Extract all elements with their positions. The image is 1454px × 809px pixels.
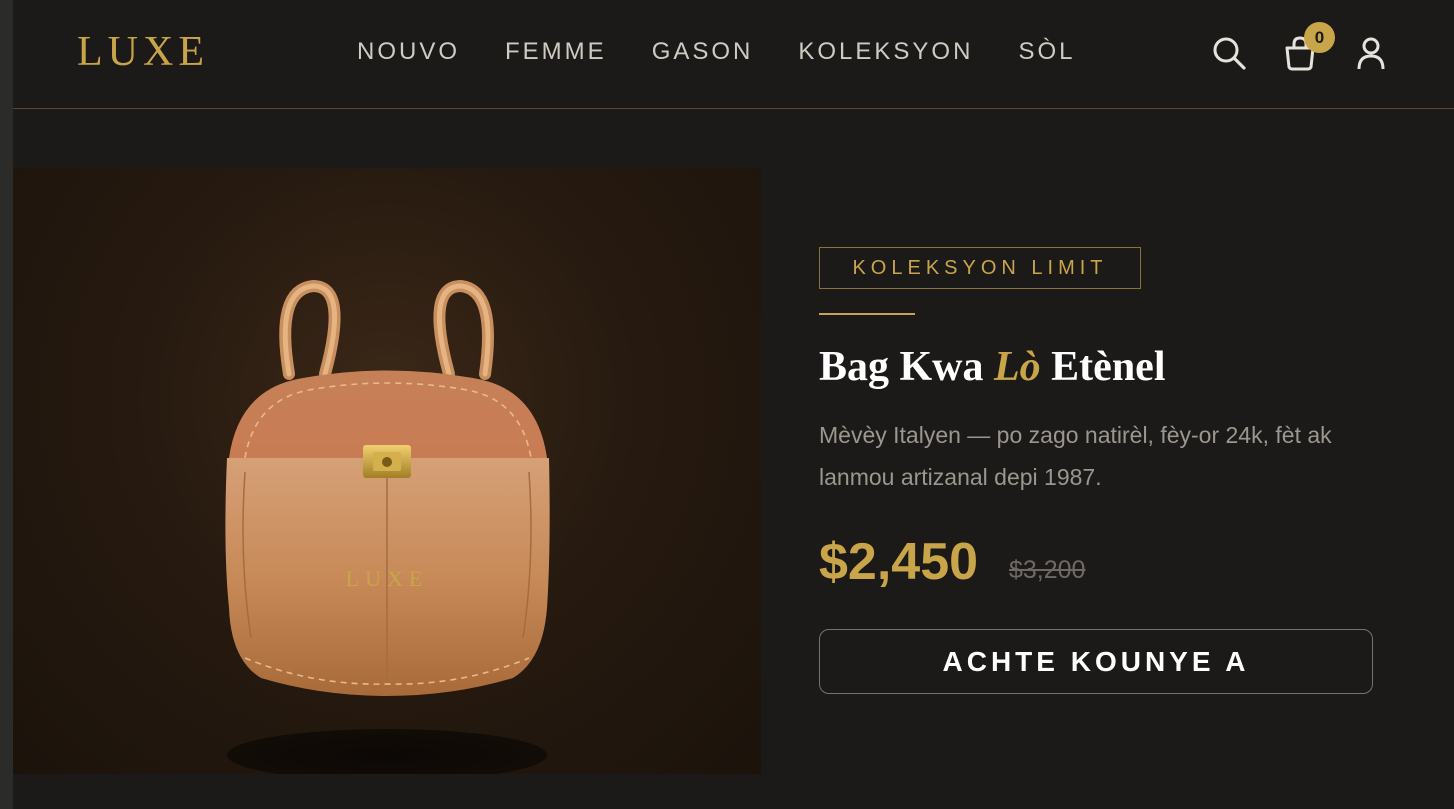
bag-brand-text: LUXE [346, 566, 429, 591]
original-price: $3,200 [1009, 556, 1086, 584]
search-icon [1213, 37, 1246, 70]
nav-item-femme[interactable]: FEMME [505, 38, 607, 66]
title-divider [819, 313, 915, 315]
bag-illustration: LUXE [225, 279, 550, 774]
search-button[interactable] [1209, 33, 1249, 73]
nav-item-gason[interactable]: GASON [652, 38, 754, 66]
product-title: Bag Kwa Lò Etènel [819, 343, 1165, 391]
site-header: LUXE NOUVO FEMME GASON KOLEKSYON SÒL 0 [13, 0, 1454, 109]
title-part-1: Bag Kwa [819, 344, 995, 390]
cart-count-badge: 0 [1304, 22, 1335, 53]
main-nav: NOUVO FEMME GASON KOLEKSYON SÒL [357, 38, 1075, 66]
buy-now-button[interactable]: ACHTE KOUNYE A [819, 629, 1373, 694]
nav-item-koleksyon[interactable]: KOLEKSYON [798, 38, 973, 66]
title-accent: Lò [994, 344, 1041, 390]
product-description: Mèvèy Italyen — po zago natirèl, fèy-or … [819, 422, 1332, 490]
title-part-2: Etènel [1040, 344, 1166, 390]
nav-item-nouvo[interactable]: NOUVO [357, 38, 460, 66]
account-button[interactable] [1351, 33, 1391, 73]
product-page: LUXE NOUVO FEMME GASON KOLEKSYON SÒL 0 L… [13, 0, 1454, 809]
brand-logo[interactable]: LUXE [77, 28, 209, 76]
current-price: $2,450 [819, 533, 979, 591]
product-image: LUXE [13, 168, 761, 774]
bag-shadow [227, 729, 547, 774]
window-edge [0, 0, 13, 809]
collection-badge: KOLEKSYON LIMIT [819, 247, 1141, 289]
nav-item-sol[interactable]: SÒL [1018, 38, 1075, 66]
user-icon [1357, 37, 1385, 70]
